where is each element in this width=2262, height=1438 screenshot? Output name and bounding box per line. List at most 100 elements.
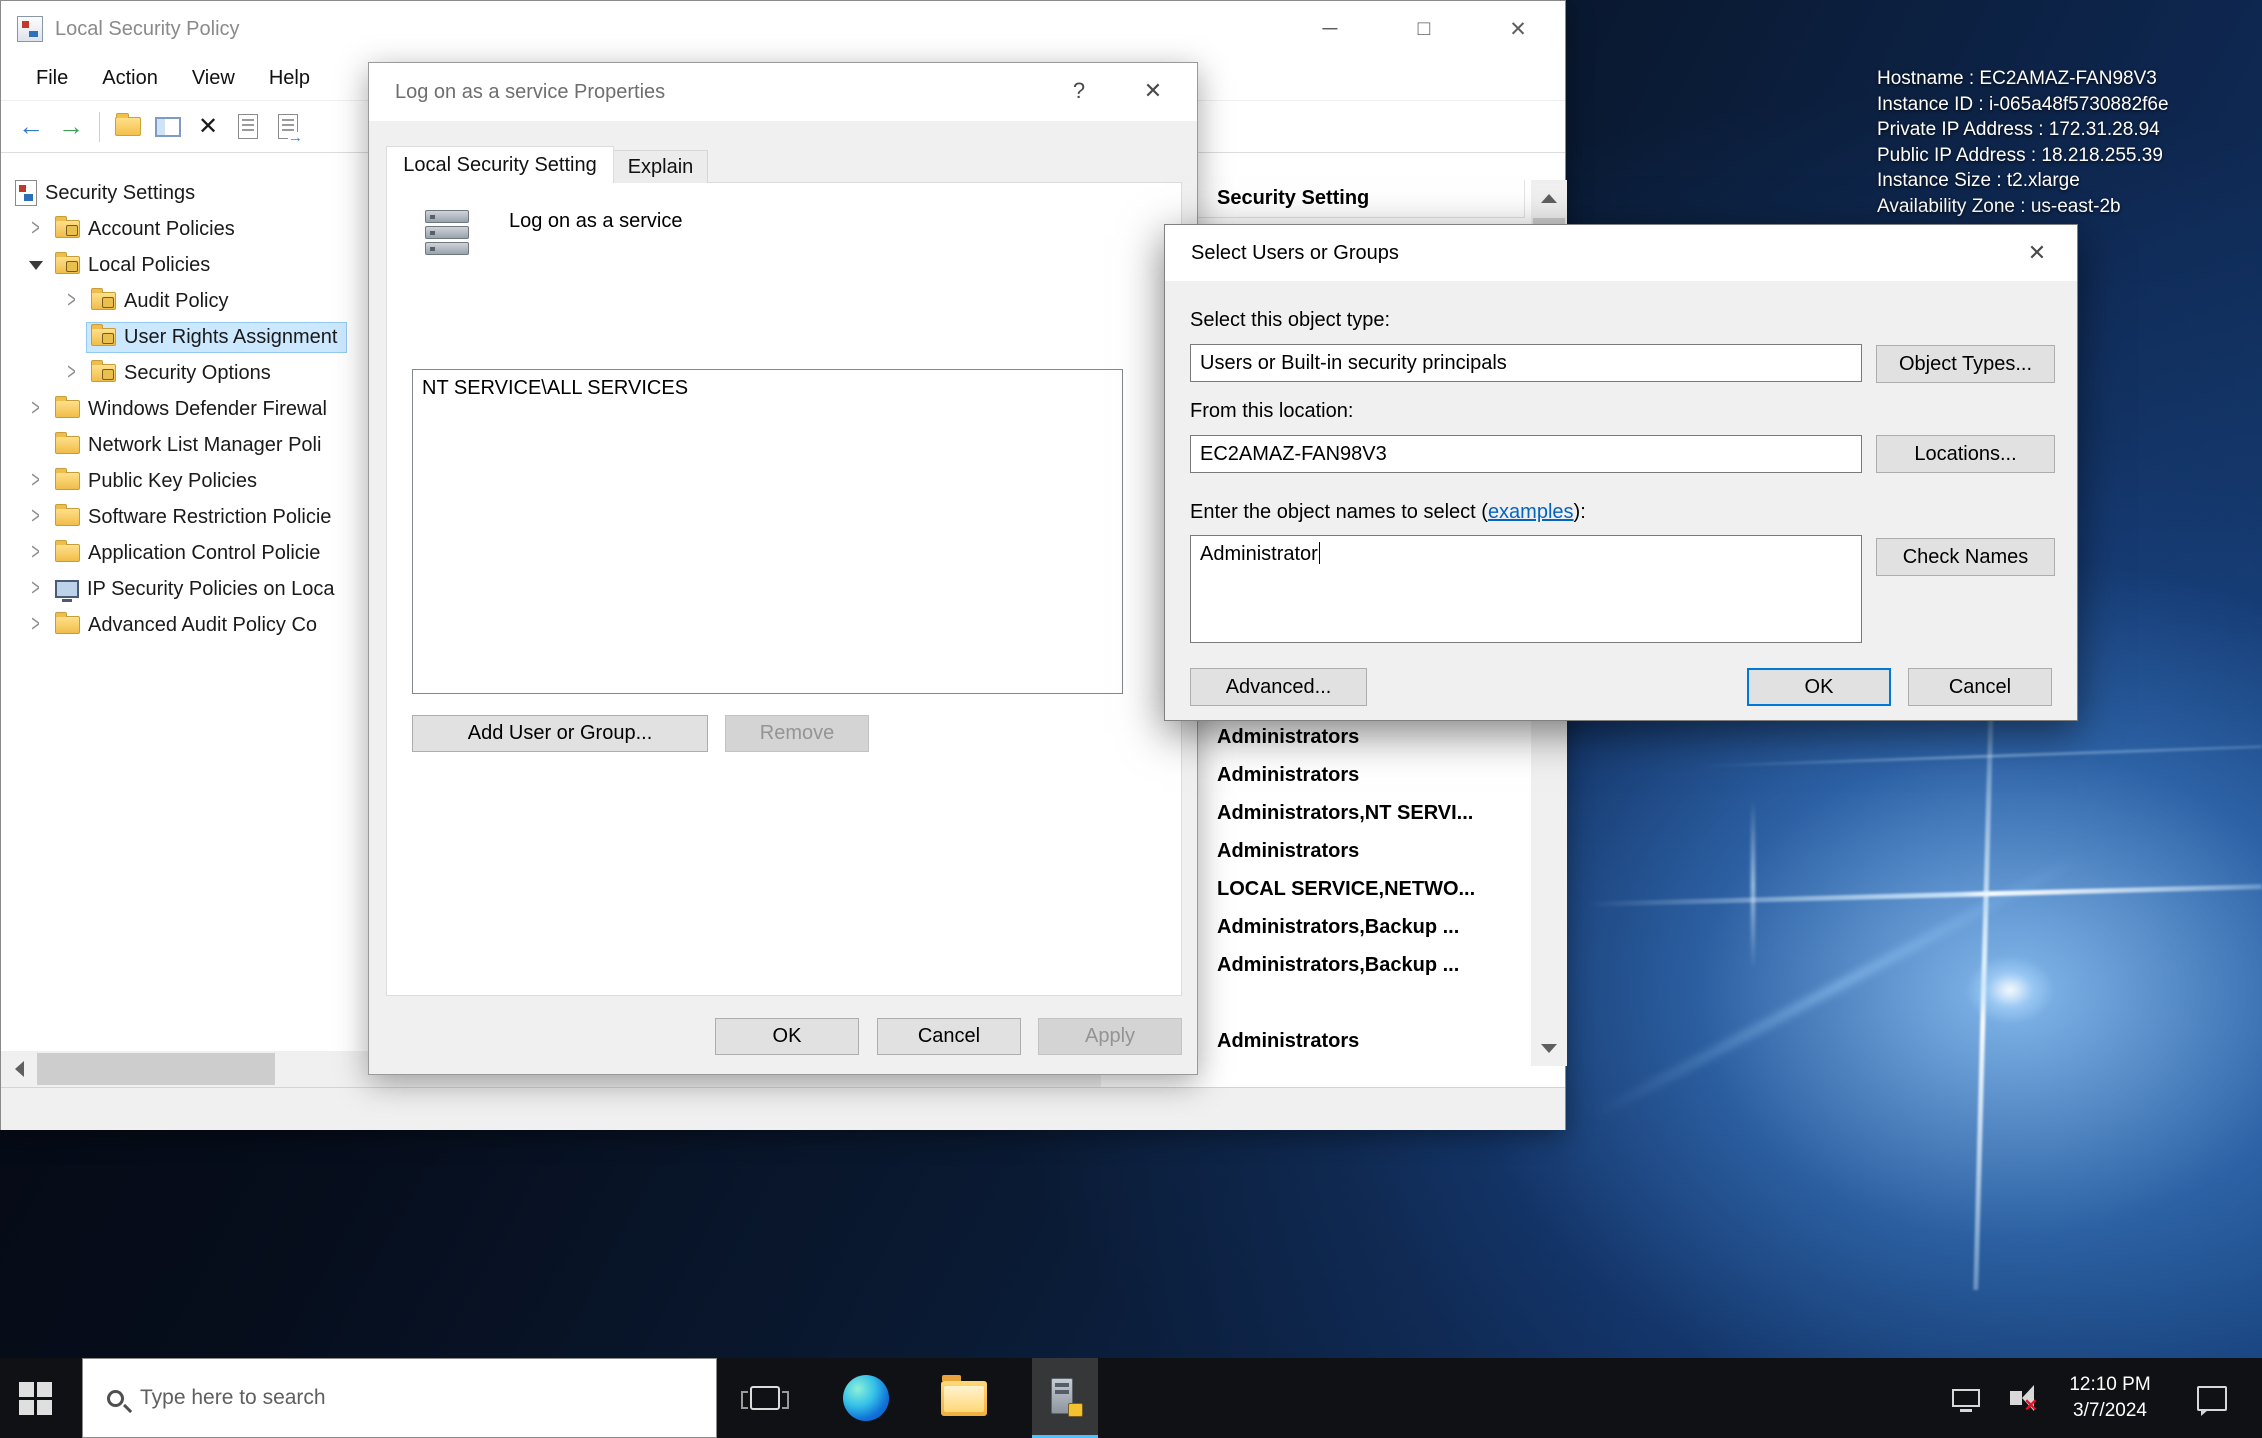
ok-button[interactable]: OK — [1747, 668, 1891, 706]
object-names-input[interactable]: Administrator — [1190, 535, 1862, 643]
search-icon — [107, 1390, 124, 1407]
cancel-button[interactable]: Cancel — [877, 1018, 1021, 1055]
policy-setting-cell[interactable] — [1217, 984, 1523, 1022]
policy-setting-cell[interactable]: Administrators — [1217, 1022, 1523, 1060]
chevron-right-icon[interactable] — [57, 290, 87, 312]
folder-icon — [55, 436, 80, 454]
edge-icon — [843, 1375, 889, 1421]
tree-item-network-list-manager[interactable]: Network List Manager Poli — [1, 427, 369, 463]
chevron-right-icon[interactable] — [21, 218, 51, 240]
task-view-button[interactable] — [732, 1358, 798, 1438]
add-user-or-group-button[interactable]: Add User or Group... — [412, 715, 708, 752]
windows-logo-icon — [19, 1382, 52, 1415]
volume-tray-button[interactable]: ✕ — [1992, 1358, 2040, 1438]
menu-view[interactable]: View — [175, 67, 252, 90]
tree-item-windows-defender-firewall[interactable]: Windows Defender Firewal — [1, 391, 369, 427]
tree-item-public-key-policies[interactable]: Public Key Policies — [1, 463, 369, 499]
chevron-down-icon[interactable] — [21, 261, 51, 270]
examples-link[interactable]: examples — [1488, 501, 1574, 523]
tree-item-ip-security-policies[interactable]: IP Security Policies on Loca — [1, 571, 369, 607]
taskbar-clock[interactable]: 12:10 PM 3/7/2024 — [2050, 1358, 2170, 1438]
wallpaper-light-beam — [1751, 800, 1755, 970]
object-type-label: Select this object type: — [1190, 309, 1390, 332]
object-types-button[interactable]: Object Types... — [1876, 345, 2055, 383]
tree-item-local-policies[interactable]: Local Policies — [1, 247, 369, 283]
policy-setting-cell[interactable]: Administrators — [1217, 718, 1523, 756]
tree-item-software-restriction-policies[interactable]: Software Restriction Policie — [1, 499, 369, 535]
help-button[interactable]: ? — [1051, 63, 1107, 119]
chevron-right-icon[interactable] — [21, 398, 51, 420]
maximize-button[interactable]: □ — [1377, 1, 1471, 57]
close-button[interactable]: ✕ — [1471, 1, 1565, 57]
folder-icon — [115, 117, 141, 136]
tree-item-application-control-policies[interactable]: Application Control Policie — [1, 535, 369, 571]
chevron-right-icon[interactable] — [21, 542, 51, 564]
dialog-title-bar: Select Users or Groups — [1165, 225, 2077, 281]
window-bottom-strip — [1, 1087, 1565, 1130]
chevron-right-icon[interactable] — [21, 470, 51, 492]
scroll-left-arrow[interactable] — [1, 1051, 37, 1087]
object-type-field[interactable] — [1190, 344, 1862, 382]
taskbar-search-input[interactable]: Type here to search — [82, 1358, 717, 1438]
scrollbar-thumb[interactable] — [37, 1053, 275, 1085]
chevron-right-icon[interactable] — [57, 362, 87, 384]
mute-x-icon: ✕ — [2024, 1396, 2038, 1416]
close-icon[interactable]: ✕ — [1125, 63, 1181, 119]
menu-help[interactable]: Help — [252, 67, 327, 90]
object-names-label: Enter the object names to select (exampl… — [1190, 501, 1586, 524]
menu-file[interactable]: File — [19, 67, 85, 90]
chevron-right-icon[interactable] — [21, 614, 51, 636]
member-item[interactable]: NT SERVICE\ALL SERVICES — [422, 377, 1113, 400]
network-tray-button[interactable] — [1944, 1358, 1988, 1438]
cancel-button[interactable]: Cancel — [1908, 668, 2052, 706]
edge-button[interactable] — [833, 1358, 899, 1438]
locations-button[interactable]: Locations... — [1876, 435, 2055, 473]
console-tree-icon[interactable] — [148, 107, 188, 147]
minimize-button[interactable]: ─ — [1283, 1, 1377, 57]
wallpaper-light-beam — [1700, 745, 2262, 768]
folder-lock-icon — [91, 364, 116, 382]
tab-explain[interactable]: Explain — [614, 150, 708, 183]
scroll-down-arrow[interactable] — [1531, 1030, 1567, 1066]
check-names-button[interactable]: Check Names — [1876, 538, 2055, 576]
start-button[interactable] — [0, 1358, 70, 1438]
tree-item-security-settings[interactable]: Security Settings — [1, 175, 369, 211]
tree-item-security-options[interactable]: Security Options — [1, 355, 369, 391]
tree-item-account-policies[interactable]: Account Policies — [1, 211, 369, 247]
export-list-icon[interactable] — [268, 107, 308, 147]
chevron-right-icon[interactable] — [21, 506, 51, 528]
policy-setting-cell[interactable]: Administrators,Backup ... — [1217, 908, 1523, 946]
ipsec-computer-icon — [55, 580, 79, 598]
policy-setting-cell[interactable]: Administrators,NT SERVI... — [1217, 794, 1523, 832]
members-listbox[interactable]: NT SERVICE\ALL SERVICES — [412, 369, 1123, 694]
tree-item-audit-policy[interactable]: Audit Policy — [1, 283, 369, 319]
back-icon[interactable]: ← — [11, 107, 51, 147]
advanced-button[interactable]: Advanced... — [1190, 668, 1367, 706]
toolbar-separator — [99, 112, 100, 142]
forward-icon[interactable]: → — [51, 107, 91, 147]
menu-action[interactable]: Action — [85, 67, 175, 90]
security-settings-icon — [15, 180, 37, 206]
policy-setting-cell[interactable]: Administrators — [1217, 756, 1523, 794]
policy-setting-cell[interactable]: Administrators — [1217, 832, 1523, 870]
up-arrow-icon — [1541, 194, 1557, 203]
policy-setting-cell[interactable]: Administrators,Backup ... — [1217, 946, 1523, 984]
console-tree-pane: Security Settings Account Policies Local… — [1, 153, 369, 1051]
file-explorer-icon — [941, 1381, 987, 1416]
scroll-up-arrow[interactable] — [1531, 180, 1567, 216]
properties-doc-icon[interactable] — [228, 107, 268, 147]
chevron-right-icon[interactable] — [21, 578, 51, 600]
ok-button[interactable]: OK — [715, 1018, 859, 1055]
close-icon[interactable]: ✕ — [2009, 225, 2065, 281]
local-security-policy-taskbar-button[interactable] — [1032, 1358, 1098, 1438]
tree-item-user-rights-assignment[interactable]: User Rights Assignment — [1, 319, 369, 355]
console-window-icon — [155, 117, 181, 137]
file-explorer-button[interactable] — [931, 1358, 997, 1438]
tab-local-security-setting[interactable]: Local Security Setting — [386, 146, 614, 183]
action-center-button[interactable] — [2182, 1358, 2242, 1438]
location-field[interactable] — [1190, 435, 1862, 473]
up-level-folder-icon[interactable] — [108, 107, 148, 147]
policy-setting-cell[interactable]: LOCAL SERVICE,NETWO... — [1217, 870, 1523, 908]
tree-item-advanced-audit-policy[interactable]: Advanced Audit Policy Co — [1, 607, 369, 643]
delete-icon[interactable]: ✕ — [188, 107, 228, 147]
